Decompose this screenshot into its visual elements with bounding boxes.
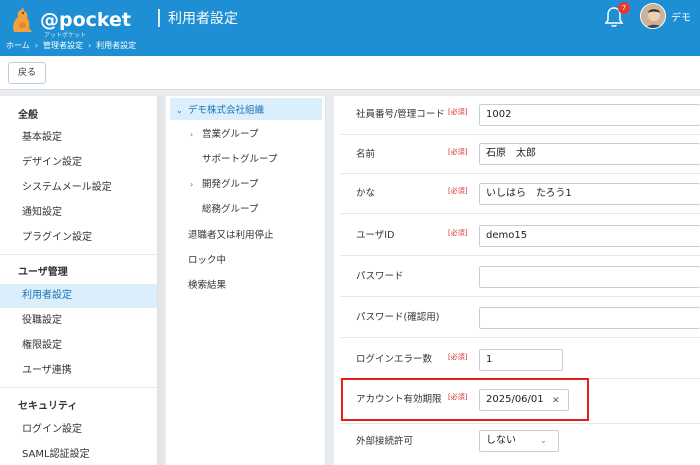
field-label-kana: かな <box>356 188 376 199</box>
required-badge: [必須] <box>448 148 468 156</box>
back-button[interactable]: 戻る <box>8 62 46 84</box>
required-badge: [必須] <box>448 108 468 116</box>
page-title: 利用者設定 <box>168 11 238 27</box>
password-confirm-input[interactable] <box>479 307 700 329</box>
field-label-name: 名前 <box>356 149 376 160</box>
sidebar-item-position[interactable]: 役職設定 <box>0 309 157 333</box>
row-divider <box>340 337 700 338</box>
sidebar-heading-general: 全般 <box>18 110 38 121</box>
row-divider <box>340 173 700 174</box>
row-divider <box>340 255 700 256</box>
tree-item-sales[interactable]: › 営業グループ <box>190 126 258 140</box>
field-label-external-access: 外部接続許可 <box>356 436 414 447</box>
row-divider <box>340 296 700 297</box>
name-input[interactable]: 石原 太郎 <box>479 143 700 165</box>
chevron-right-icon[interactable]: › <box>190 130 202 139</box>
tree-item-locked[interactable]: ロック中 <box>188 252 226 266</box>
field-label-employee-code: 社員番号/管理コード <box>356 109 445 120</box>
avatar[interactable] <box>640 3 666 29</box>
kangaroo-logo-icon <box>13 7 33 32</box>
row-divider <box>340 134 700 135</box>
sidebar-item-login[interactable]: ログイン設定 <box>0 418 157 442</box>
user-name[interactable]: デモ <box>671 9 691 24</box>
chevron-right-icon[interactable]: › <box>190 180 202 189</box>
breadcrumb: ホーム › 管理者設定 › 利用者設定 <box>6 40 136 51</box>
sidebar-item-notification[interactable]: 通知設定 <box>0 201 157 225</box>
highlight-box <box>341 378 589 421</box>
tree-item-retired[interactable]: 退職者又は利用停止 <box>188 227 274 241</box>
sidebar-heading-security: セキュリティ <box>18 401 78 412</box>
chevron-down-icon[interactable]: ⌄ <box>540 436 547 445</box>
toolbar: 戻る <box>0 56 700 90</box>
breadcrumb-admin[interactable]: 管理者設定 <box>43 40 83 51</box>
chevron-right-icon: › <box>34 41 38 50</box>
sidebar-item-user-sync[interactable]: ユーザ連携 <box>0 359 157 383</box>
employee-code-input[interactable]: 1002 <box>479 104 700 126</box>
sidebar-divider <box>0 254 157 255</box>
app-header: @pocket アットポケット 利用者設定 ホーム › 管理者設定 › 利用者設… <box>0 0 700 56</box>
required-badge: [必須] <box>448 229 468 237</box>
sidebar-item-user-settings[interactable]: 利用者設定 <box>0 284 157 308</box>
field-label-user-id: ユーザID <box>356 230 395 241</box>
tree-item-dev[interactable]: › 開発グループ <box>190 176 258 190</box>
kana-input[interactable]: いしはら たろう1 <box>479 183 700 205</box>
external-access-select[interactable]: しない <box>479 430 559 452</box>
header-divider <box>158 9 160 27</box>
breadcrumb-home[interactable]: ホーム <box>6 40 30 51</box>
sidebar-item-permission[interactable]: 権限設定 <box>0 334 157 358</box>
tree-item-label: 開発グループ <box>202 179 259 190</box>
user-id-input[interactable]: demo15 <box>479 225 700 247</box>
sidebar-divider <box>0 387 157 388</box>
chevron-down-icon[interactable]: ⌄ <box>176 106 188 115</box>
user-photo-icon <box>641 4 665 28</box>
sidebar-item-saml[interactable]: SAML認証設定 <box>0 443 157 465</box>
required-badge: [必須] <box>448 353 468 361</box>
tree-item-support[interactable]: サポートグループ <box>202 151 277 165</box>
login-error-count-input[interactable]: 1 <box>479 349 563 371</box>
sidebar-item-basic[interactable]: 基本設定 <box>0 126 157 150</box>
logo-text: @pocket <box>40 9 132 31</box>
org-tree: ⌄ デモ株式会社組織 › 営業グループ サポートグループ › 開発グループ 総務グルー… <box>166 96 326 465</box>
notification-badge: 7 <box>618 2 630 14</box>
tree-item-general-affairs[interactable]: 総務グループ <box>202 201 258 215</box>
breadcrumb-current: 利用者設定 <box>96 41 137 50</box>
required-badge: [必須] <box>448 187 468 195</box>
field-label-password-confirm: パスワード(確認用) <box>356 312 440 323</box>
sidebar-item-design[interactable]: デザイン設定 <box>0 151 157 175</box>
sidebar-heading-user: ユーザ管理 <box>18 267 68 278</box>
logo-subtext: アットポケット <box>44 32 87 39</box>
sidebar: 全般 基本設定 デザイン設定 システムメール設定 通知設定 プラグイン設定 ユー… <box>0 96 158 465</box>
tree-item-label: 営業グループ <box>202 129 259 140</box>
field-label-password: パスワード <box>356 271 404 282</box>
row-divider <box>340 423 700 424</box>
tree-root-label: デモ株式会社組織 <box>188 105 265 116</box>
sidebar-item-plugin[interactable]: プラグイン設定 <box>0 226 157 250</box>
password-input[interactable] <box>479 266 700 288</box>
tree-root-label-wrap: ⌄ デモ株式会社組織 <box>176 102 264 116</box>
field-label-login-errors: ログインエラー数 <box>356 354 433 365</box>
sidebar-item-system-mail[interactable]: システムメール設定 <box>0 176 157 200</box>
row-divider <box>340 213 700 214</box>
chevron-right-icon: › <box>87 41 92 50</box>
sidebar-scrollbar[interactable] <box>158 96 164 465</box>
tree-item-search-results[interactable]: 検索結果 <box>188 277 226 291</box>
